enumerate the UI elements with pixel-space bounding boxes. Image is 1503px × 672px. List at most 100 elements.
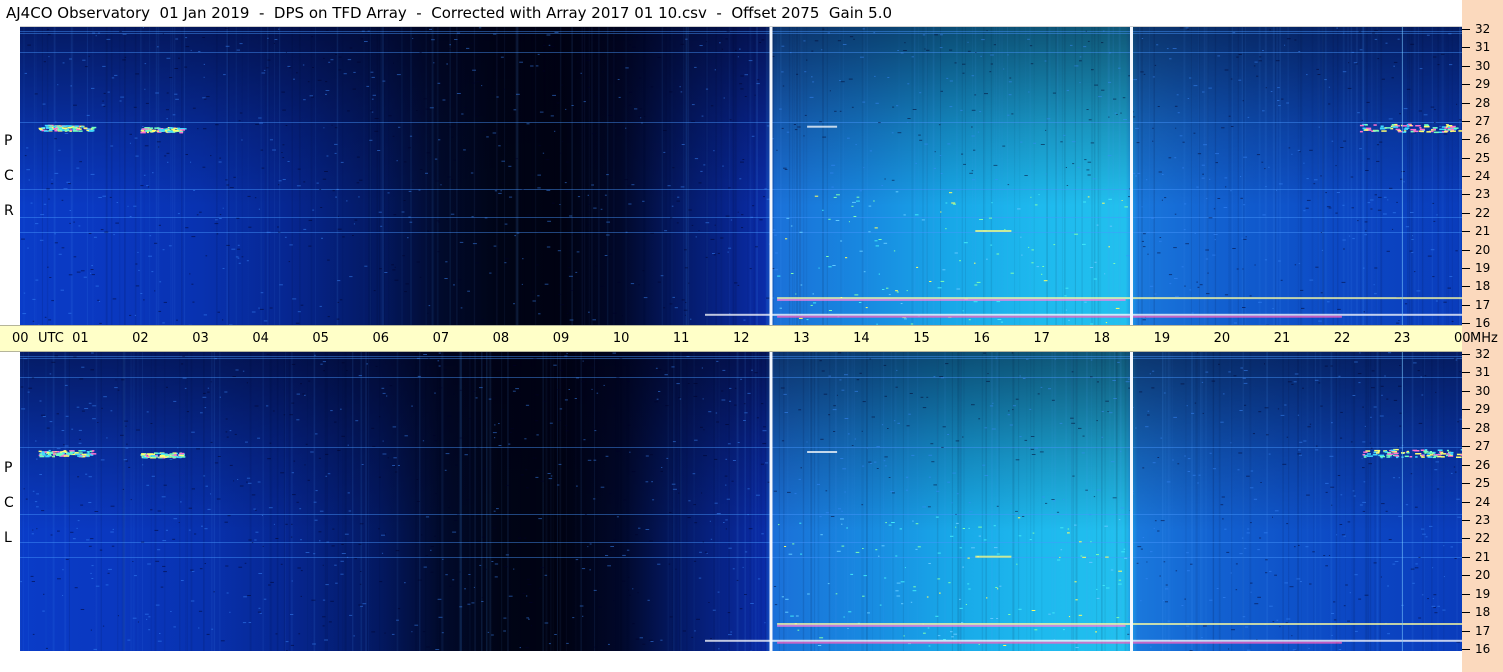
noise-speck [1455, 359, 1458, 361]
noise-speck [1003, 68, 1005, 70]
noise-speck [1196, 281, 1198, 283]
noise-speck [65, 558, 69, 560]
time-streak [22, 352, 24, 651]
time-streak [1365, 352, 1367, 651]
noise-speck [1265, 87, 1267, 89]
noise-speck [107, 572, 110, 574]
noise-speck [787, 491, 791, 493]
burst-speck [1427, 456, 1433, 458]
noise-speck [1116, 114, 1118, 115]
noise-speck [466, 47, 470, 49]
time-streak [211, 352, 213, 651]
noise-speck [137, 621, 139, 623]
noise-speck [537, 174, 541, 176]
noise-speck [982, 464, 986, 466]
noise-speck [1051, 499, 1055, 500]
burst-speck [1359, 130, 1363, 133]
noise-speck [979, 111, 982, 113]
noise-speck [457, 32, 461, 34]
noise-speck [1059, 556, 1061, 558]
time-streak [388, 27, 390, 325]
noise-speck [120, 434, 124, 436]
noise-speck [742, 566, 744, 568]
noise-speck [712, 253, 715, 254]
noise-speck [416, 501, 420, 502]
noise-speck [91, 352, 94, 354]
noise-speck [48, 198, 50, 200]
noise-speck [369, 139, 373, 141]
time-streak [765, 352, 767, 651]
noise-speck [132, 617, 137, 619]
noise-speck [170, 611, 172, 612]
noise-speck [121, 379, 125, 381]
noise-speck [1343, 248, 1345, 250]
noise-speck [1242, 616, 1246, 618]
noise-speck [348, 510, 352, 512]
time-streak [1421, 27, 1424, 325]
freq-axis-bottom: 32 31 30 29 28 27 26 25 24 23 22 21 20 19 18 17 16 [1462, 348, 1503, 655]
noise-speck [950, 535, 954, 537]
noise-speck [65, 415, 69, 417]
noise-speck [501, 182, 504, 184]
noise-speck [747, 392, 751, 394]
noise-speck [1297, 149, 1300, 151]
noise-speck [1399, 412, 1402, 414]
noise-speck [657, 281, 661, 283]
freq-tick-label: 16 [1475, 316, 1491, 330]
time-streak [565, 352, 567, 651]
noise-speck [665, 405, 669, 407]
time-streak [543, 27, 546, 325]
time-streak [326, 352, 328, 651]
noise-speck [836, 394, 838, 396]
noise-speck [296, 419, 300, 421]
noise-speck [976, 281, 981, 283]
noise-speck [858, 302, 862, 303]
noise-speck [948, 582, 951, 584]
noise-speck [185, 227, 189, 229]
noise-speck [526, 578, 530, 580]
noise-speck [295, 322, 300, 324]
noise-speck [32, 529, 34, 531]
noise-speck [496, 96, 499, 98]
noise-speck [1175, 127, 1177, 129]
noise-speck [843, 616, 845, 618]
noise-speck [1081, 452, 1085, 454]
noise-speck [1286, 618, 1291, 620]
time-streak [1241, 27, 1243, 325]
time-streak [53, 27, 56, 325]
time-streak [1287, 27, 1289, 325]
time-streak [1369, 352, 1372, 651]
noise-speck [503, 617, 507, 619]
noise-speck [892, 106, 895, 108]
time-streak [1249, 352, 1252, 651]
noise-speck [275, 538, 279, 539]
noise-speck [425, 108, 430, 110]
noise-speck [1449, 64, 1453, 66]
noise-speck [464, 588, 466, 590]
time-streak [614, 27, 616, 325]
noise-speck [610, 546, 614, 547]
time-streak [679, 352, 681, 651]
time-streak [41, 27, 43, 325]
noise-speck [1405, 226, 1410, 228]
noise-speck [489, 246, 493, 248]
noise-speck [1213, 208, 1216, 210]
noise-speck [1335, 165, 1337, 167]
noise-speck [1187, 98, 1190, 99]
noise-speck [27, 44, 31, 46]
noise-speck [101, 104, 105, 106]
time-streak [249, 352, 252, 651]
burst-speck [179, 452, 185, 455]
noise-speck [144, 88, 146, 90]
noise-speck [537, 295, 540, 297]
noise-speck [39, 239, 44, 241]
noise-speck [1272, 516, 1273, 518]
noise-speck [499, 159, 502, 161]
time-streak [891, 352, 893, 651]
noise-speck [267, 37, 269, 39]
noise-speck [694, 158, 699, 160]
noise-speck [498, 423, 500, 424]
noise-speck [1371, 387, 1375, 389]
noise-speck [730, 219, 733, 221]
noise-speck [705, 41, 708, 43]
